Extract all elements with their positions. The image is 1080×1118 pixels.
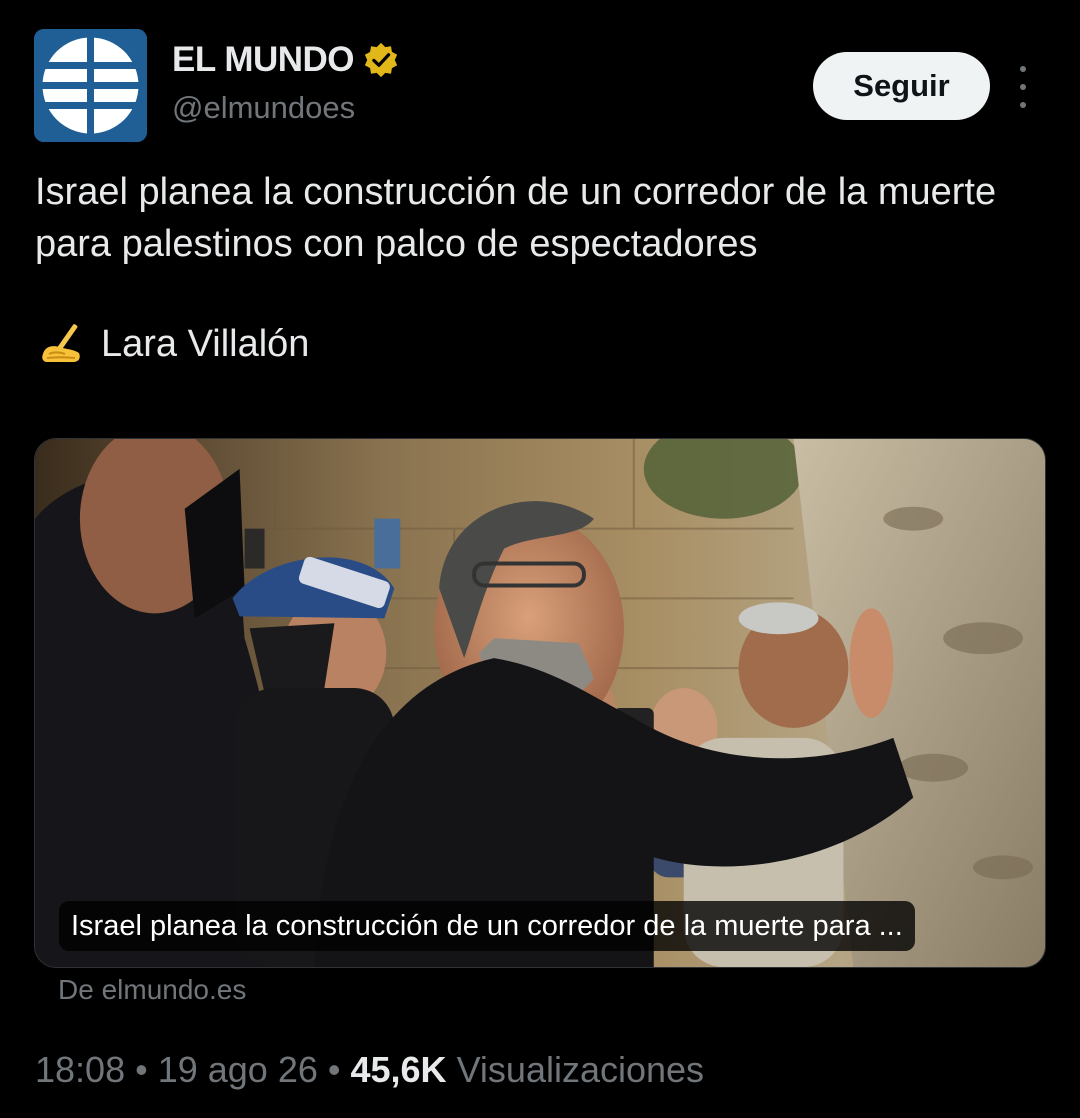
more-dot: [1020, 102, 1026, 108]
views-label: Visualizaciones: [456, 1049, 705, 1090]
byline-author-name[interactable]: Lara Villalón: [101, 318, 309, 370]
more-dot: [1020, 84, 1026, 90]
tweet-byline: Lara Villalón: [35, 318, 309, 370]
tweet-meta: 18:08 • 19 ago 26 • 45,6K Visualizacione…: [35, 1049, 704, 1091]
author-avatar[interactable]: [34, 29, 147, 142]
more-dot: [1020, 66, 1026, 72]
views-count: 45,6K: [350, 1049, 447, 1090]
el-mundo-globe-logo-icon: [34, 29, 147, 142]
author-display-name[interactable]: EL MUNDO: [172, 40, 355, 80]
card-title-overlay: Israel planea la construcción de un corr…: [59, 901, 915, 951]
author-handle[interactable]: @elmundoes: [172, 90, 400, 126]
follow-button[interactable]: Seguir: [813, 52, 990, 120]
author-info: EL MUNDO @elmundoes: [172, 40, 400, 126]
more-vertical-icon[interactable]: [1003, 66, 1043, 108]
tweet: EL MUNDO @elmundoes Seguir Israel planea…: [0, 0, 1080, 1118]
news-photo: [35, 439, 1045, 967]
link-card[interactable]: Israel planea la construcción de un corr…: [34, 438, 1046, 968]
meta-separator: •: [327, 1049, 341, 1090]
tweet-text: Israel planea la construcción de un corr…: [35, 171, 997, 265]
verified-badge-icon: [364, 42, 398, 78]
tweet-time[interactable]: 18:08: [35, 1049, 125, 1091]
writing-hand-icon: [42, 324, 80, 362]
card-source-domain[interactable]: De elmundo.es: [58, 974, 246, 1006]
tweet-date[interactable]: 19 ago 26: [158, 1049, 318, 1091]
meta-separator: •: [135, 1049, 148, 1090]
author-name-row: EL MUNDO: [172, 40, 400, 80]
